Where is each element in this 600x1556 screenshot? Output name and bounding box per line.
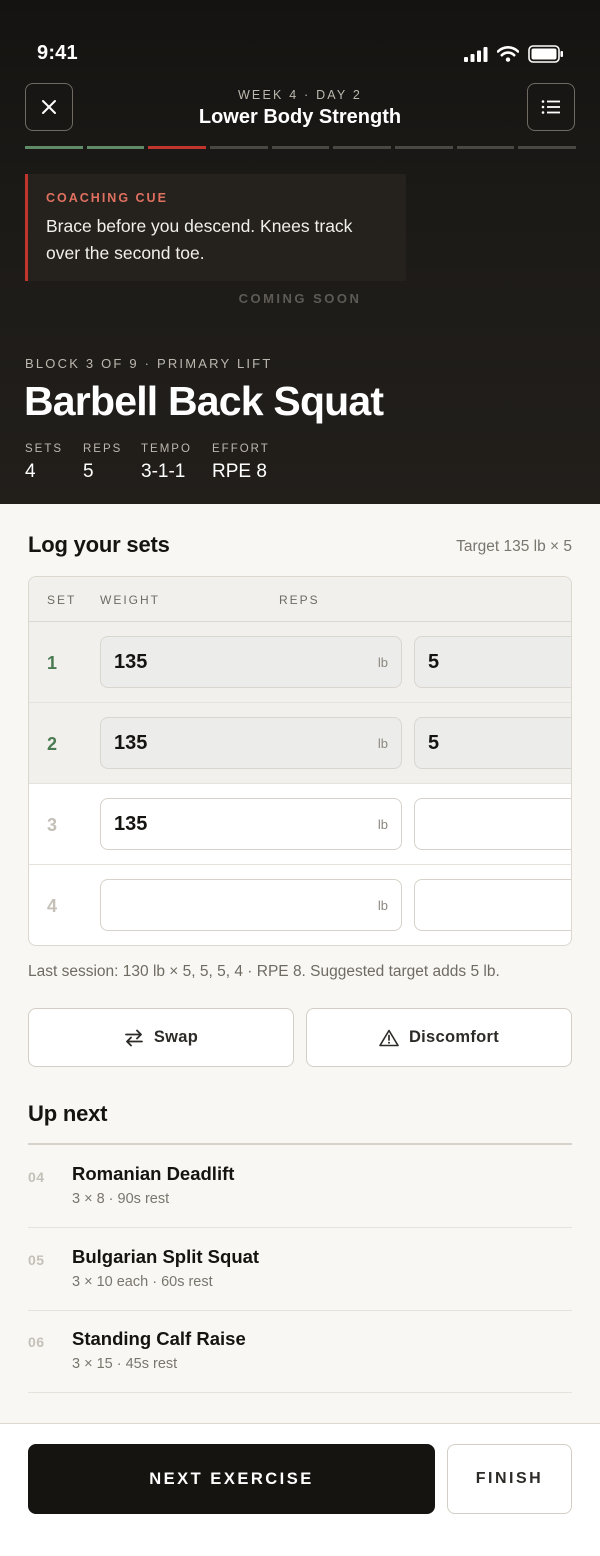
wifi-icon — [497, 46, 519, 62]
set-number: 2 — [47, 734, 58, 754]
set-row: 1 135 lb 5 — [29, 622, 571, 703]
exercise-hero: 9:41 WEEK 4 · DAY 2 Lower Body Strength — [0, 0, 600, 504]
signal-icon — [464, 47, 488, 62]
action-footer: NEXT EXERCISE FINISH — [0, 1423, 600, 1556]
warning-icon — [379, 1029, 399, 1046]
target-label: Target 135 lb × 5 — [456, 538, 572, 555]
reps-value: 5 — [428, 732, 440, 754]
column-set: SET — [47, 593, 77, 607]
reps-input[interactable]: 5 — [414, 717, 571, 769]
status-time: 9:41 — [37, 42, 78, 64]
swap-icon — [124, 1029, 143, 1046]
stat-label: REPS — [83, 443, 123, 455]
coaching-cue-card: COACHING CUE Brace before you descend. K… — [25, 174, 406, 281]
column-weight: WEIGHT — [100, 593, 160, 607]
workout-day-label: WEEK 4 · DAY 2 — [237, 88, 363, 102]
stat-tempo: TEMPO 3-1-1 — [141, 443, 192, 483]
status-bar-icons — [464, 45, 564, 63]
weight-value: 135 — [114, 813, 148, 835]
stat-value: RPE 8 — [212, 461, 267, 482]
progress-segment — [210, 146, 268, 149]
block-label: BLOCK 3 OF 9 · PRIMARY LIFT — [25, 356, 273, 371]
weight-unit: lb — [377, 817, 388, 832]
discomfort-button[interactable]: Discomfort — [306, 1008, 572, 1067]
swap-button[interactable]: Swap — [28, 1008, 294, 1067]
up-next-item[interactable]: 04 Romanian Deadlift 3 × 8 · 90s rest — [28, 1145, 572, 1228]
up-next-name: Romanian Deadlift — [72, 1163, 235, 1184]
stat-value: 5 — [83, 461, 94, 482]
weight-unit: lb — [377, 898, 388, 913]
last-session-note: Last session: 130 lb × 5, 5, 5, 4 · RPE … — [28, 963, 500, 980]
progress-segment — [25, 146, 83, 149]
weight-input[interactable]: 135 lb — [100, 717, 402, 769]
stat-value: 4 — [25, 461, 36, 482]
stat-label: SETS — [25, 443, 64, 455]
coaching-cue-label: COACHING CUE — [46, 191, 168, 205]
set-number: 3 — [47, 815, 58, 835]
set-row: 3 135 lb — [29, 784, 571, 865]
stat-reps: REPS 5 — [83, 443, 122, 483]
up-next-item[interactable]: 05 Bulgarian Split Squat 3 × 10 each · 6… — [28, 1228, 572, 1311]
coming-soon-label: COMING SOON — [238, 291, 362, 306]
reps-input[interactable]: 5 — [414, 636, 571, 688]
set-row: 2 135 lb 5 — [29, 703, 571, 784]
weight-unit: lb — [377, 736, 388, 751]
up-next-number: 06 — [28, 1334, 45, 1350]
progress-segment — [456, 146, 515, 149]
stat-label: TEMPO — [141, 443, 192, 455]
column-reps: REPS — [279, 593, 320, 607]
exercise-list-button[interactable] — [527, 83, 575, 131]
progress-segment — [271, 146, 330, 149]
progress-segment — [148, 146, 207, 149]
coaching-cue-text: Brace before you descend. Knees track ov… — [46, 216, 353, 263]
up-next-item[interactable]: 06 Standing Calf Raise 3 × 15 · 45s rest — [28, 1310, 572, 1393]
weight-input[interactable]: 135 lb — [100, 636, 402, 688]
set-row: 4 lb — [29, 865, 571, 945]
set-number: 1 — [47, 653, 58, 673]
progress-segment — [518, 146, 577, 149]
reps-input[interactable] — [414, 798, 571, 850]
log-sets-title: Log your sets — [28, 532, 170, 557]
workout-title: Lower Body Strength — [198, 106, 402, 128]
weight-value: 135 — [114, 651, 148, 673]
up-next-name: Bulgarian Split Squat — [72, 1246, 260, 1267]
workout-progress — [25, 146, 577, 149]
weight-input[interactable]: lb — [100, 879, 402, 931]
sets-table-header: SET WEIGHT REPS — [29, 577, 571, 622]
up-next-meta: 3 × 8 · 90s rest — [72, 1191, 170, 1207]
up-next-name: Standing Calf Raise — [72, 1328, 246, 1349]
progress-segment — [395, 146, 453, 149]
up-next-title: Up next — [28, 1101, 108, 1126]
reps-input[interactable] — [414, 879, 571, 931]
up-next-number: 05 — [28, 1252, 45, 1268]
weight-unit: lb — [377, 655, 388, 670]
next-exercise-button[interactable]: NEXT EXERCISE — [28, 1444, 435, 1514]
discomfort-label: Discomfort — [408, 1028, 500, 1046]
swap-label: Swap — [153, 1028, 199, 1046]
progress-segment — [333, 146, 392, 149]
exercise-title: Barbell Back Squat — [24, 378, 384, 424]
stat-value: 3-1-1 — [141, 461, 186, 482]
progress-segment — [86, 146, 145, 149]
stat-label: EFFORT — [212, 443, 270, 455]
up-next-number: 04 — [28, 1169, 45, 1185]
sets-table: SET WEIGHT REPS 1 135 lb 5 2 135 lb 5 3 … — [28, 576, 572, 946]
stat-sets: SETS 4 — [25, 443, 63, 483]
set-number: 4 — [47, 896, 58, 916]
list-icon — [541, 100, 560, 114]
weight-value: 135 — [114, 732, 148, 754]
up-next-meta: 3 × 15 · 45s rest — [72, 1356, 178, 1372]
reps-value: 5 — [428, 651, 440, 673]
stat-effort: EFFORT RPE 8 — [212, 443, 270, 483]
weight-input[interactable]: 135 lb — [100, 798, 402, 850]
finish-button[interactable]: FINISH — [447, 1444, 572, 1514]
battery-icon — [528, 45, 563, 63]
up-next-meta: 3 × 10 each · 60s rest — [72, 1274, 213, 1290]
